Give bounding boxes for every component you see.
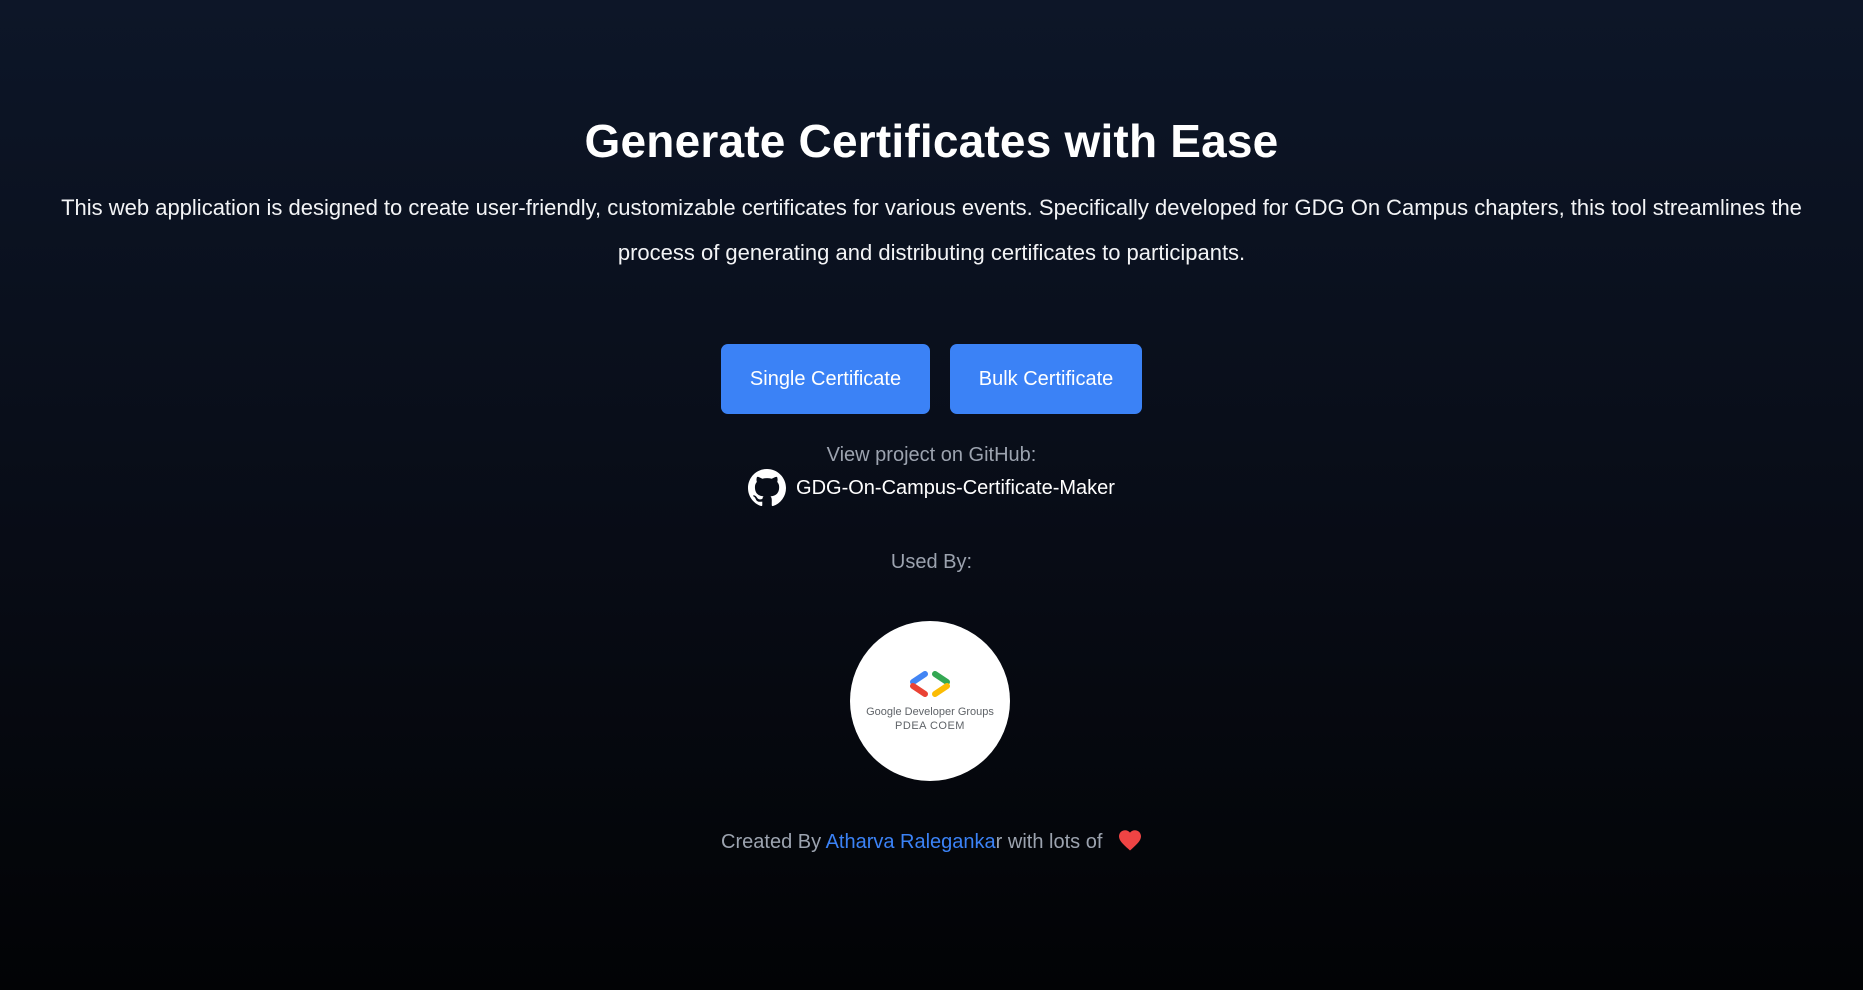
gdg-logo-line2: PDEA COEM — [895, 720, 965, 732]
footer: Created By Atharva Ralegankar with lots … — [0, 827, 1863, 857]
github-repo-name: GDG-On-Campus-Certificate-Maker — [796, 477, 1115, 499]
gdg-logo-badge: Google Developer Groups PDEA COEM — [850, 621, 1010, 781]
gdg-logo-line1: Google Developer Groups — [866, 706, 994, 718]
gdg-logo-icon — [910, 671, 950, 697]
footer-prefix: Created By — [721, 831, 822, 853]
github-icon — [748, 469, 787, 507]
heart-icon — [1118, 830, 1141, 851]
used-by-label: Used By: — [890, 551, 973, 573]
github-label: View project on GitHub: — [826, 444, 1037, 466]
single-certificate-button[interactable]: Single Certificate — [721, 344, 930, 414]
page-description: This web application is designed to crea… — [61, 195, 1802, 265]
action-buttons: Single Certificate Bulk Certificate — [0, 344, 1863, 414]
author-link[interactable]: Atharva Raleganka — [826, 831, 996, 853]
footer-suffix: with lots of — [1007, 831, 1103, 853]
github-repo-link[interactable]: GDG-On-Campus-Certificate-Maker — [0, 469, 1863, 507]
bulk-certificate-button[interactable]: Bulk Certificate — [950, 344, 1142, 414]
page-title: Generate Certificates with Ease — [584, 115, 1279, 167]
